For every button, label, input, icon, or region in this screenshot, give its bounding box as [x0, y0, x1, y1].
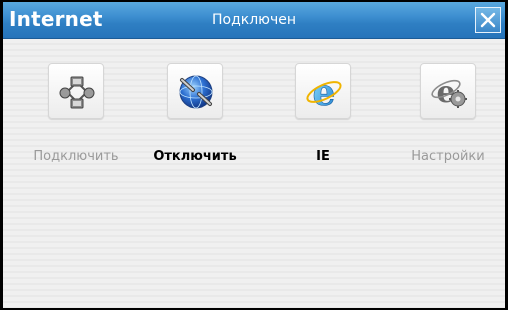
close-button[interactable] [475, 7, 501, 33]
disconnect-globe-icon [179, 75, 213, 109]
settings-button[interactable]: e [420, 63, 476, 119]
ie-item[interactable]: e IE [268, 63, 378, 183]
disconnect-button[interactable] [167, 63, 223, 119]
settings-item[interactable]: e Настройки [393, 63, 503, 183]
ie-settings-gear-icon: e [431, 75, 467, 110]
title-bar: Internet Подключен [3, 2, 505, 39]
svg-text:e: e [313, 72, 336, 112]
ie-label: IE [316, 149, 330, 164]
connect-label: Подключить [33, 149, 119, 164]
internet-explorer-icon: e [306, 72, 342, 112]
disconnect-item[interactable]: Отключить [140, 63, 250, 183]
settings-label: Настройки [411, 149, 485, 164]
connection-status: Подключен [212, 12, 296, 28]
connect-item[interactable]: Подключить [21, 63, 131, 183]
ie-button[interactable]: e [295, 63, 351, 119]
content-area: Подключить Отключить e IE e Настройки [3, 39, 505, 308]
connect-button[interactable] [48, 63, 104, 119]
internet-window: Internet Подключен Подключить Отключить … [3, 2, 505, 308]
disconnect-label: Отключить [153, 149, 237, 164]
network-connect-icon [59, 76, 95, 109]
close-icon [480, 12, 496, 28]
